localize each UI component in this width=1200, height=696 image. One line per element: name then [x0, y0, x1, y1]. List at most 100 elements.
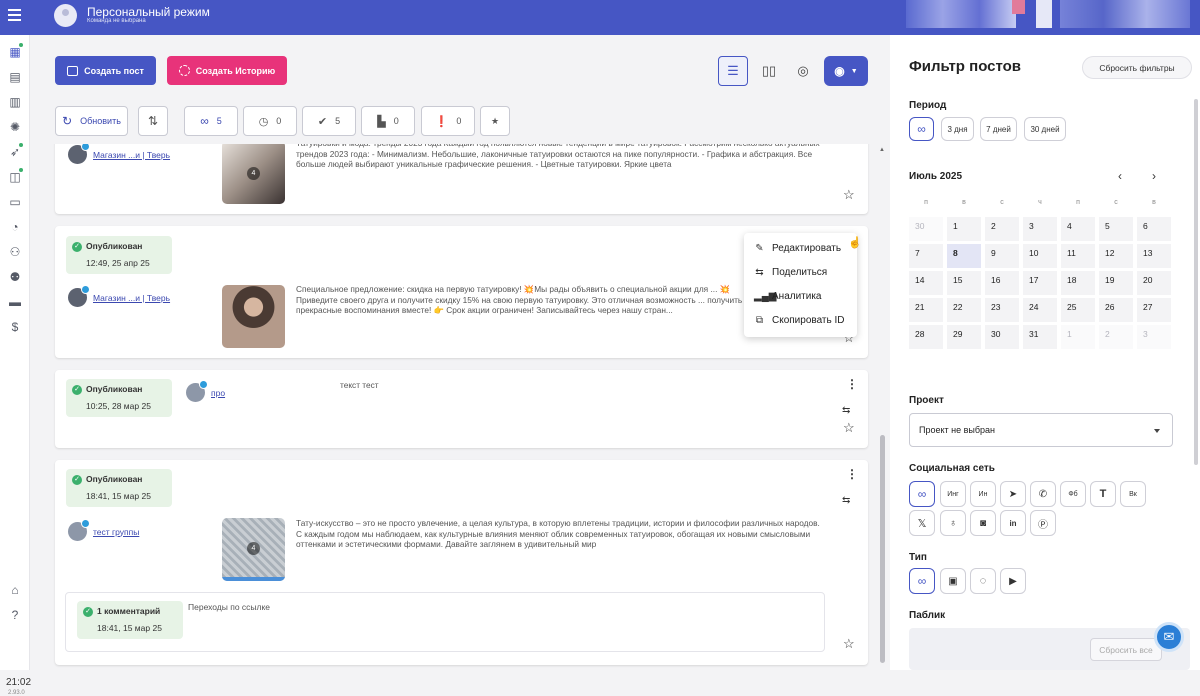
calendar-day[interactable]: 3	[1023, 217, 1057, 241]
discord-icon[interactable]: ◙	[970, 510, 996, 536]
type-story-icon[interactable]: ◌	[970, 568, 996, 594]
layout-icon[interactable]: ◫	[8, 171, 22, 184]
graduation-icon[interactable]: ⌂	[8, 584, 22, 597]
period-all-chip[interactable]: ∞	[909, 117, 934, 141]
type-post-icon[interactable]: ▣	[940, 568, 966, 594]
calendar-day[interactable]: 9	[985, 244, 1019, 268]
linkedin-icon[interactable]: in	[1000, 510, 1026, 536]
type-reels-icon[interactable]: ▶	[1000, 568, 1026, 594]
instagram-view-button[interactable]: ◎	[788, 56, 818, 86]
more-menu-icon[interactable]: ⋮	[846, 378, 858, 390]
calendar-day[interactable]: 2	[985, 217, 1019, 241]
calendar-day[interactable]: 19	[1099, 271, 1133, 295]
calendar-day[interactable]: 10	[1023, 244, 1057, 268]
calendar-day[interactable]: 17	[1023, 271, 1057, 295]
social-all-chip[interactable]: ∞	[909, 481, 935, 507]
calendar-day[interactable]: 18	[1061, 271, 1095, 295]
calendar-day[interactable]: 6	[1137, 217, 1171, 241]
calendar-day[interactable]: 4	[1061, 217, 1095, 241]
filter-scheduled-button[interactable]: ◷ 0	[243, 106, 297, 136]
favorite-star-icon[interactable]: ☆	[843, 187, 855, 203]
account-link[interactable]: тест группы	[68, 519, 139, 541]
calendar-day[interactable]: 23	[985, 298, 1019, 322]
scroll-up-icon[interactable]: ▲	[879, 147, 885, 153]
filter-all-button[interactable]: ∞ 5	[184, 106, 238, 136]
calendar-day[interactable]: 15	[947, 271, 981, 295]
chat-gpt-icon[interactable]: ✺	[8, 121, 22, 134]
card-icon[interactable]: ▬	[8, 296, 22, 309]
calendar-day[interactable]: 27	[1137, 298, 1171, 322]
social-instagram-business[interactable]: Инг	[940, 481, 966, 507]
calendar-day[interactable]: 26	[1099, 298, 1133, 322]
calendar-day[interactable]: 29	[947, 325, 981, 349]
telegram-icon[interactable]: ➤	[1000, 481, 1026, 507]
calendar-day[interactable]: 8	[947, 244, 981, 268]
calendar-day[interactable]: 11	[1061, 244, 1095, 268]
odnoklassniki-icon[interactable]: ♁	[940, 510, 966, 536]
calendar-day[interactable]: 20	[1137, 271, 1171, 295]
phone-icon[interactable]: ✆	[1030, 481, 1056, 507]
favorites-filter-button[interactable]: ★	[480, 106, 510, 136]
next-month-icon[interactable]: ›	[1152, 169, 1156, 183]
account-link[interactable]: Магазин ...и | Тверь	[68, 144, 170, 164]
folder-icon[interactable]: ▭	[8, 196, 22, 209]
calendar-day[interactable]: 7	[909, 244, 943, 268]
social-vk[interactable]: Вк	[1120, 481, 1146, 507]
avatar[interactable]	[54, 4, 77, 27]
scroll-thumb[interactable]	[880, 435, 885, 663]
rocket-icon[interactable]: ➶	[8, 146, 22, 159]
calendar-day[interactable]: 1	[947, 217, 981, 241]
support-chat-icon[interactable]: ✉	[1154, 622, 1184, 652]
analytics-icon[interactable]: ▥	[8, 96, 22, 109]
calendar-day[interactable]: 12	[1099, 244, 1133, 268]
calendar-day-outside[interactable]: 1	[1061, 325, 1095, 349]
calendar-check-icon[interactable]: ▤	[8, 71, 22, 84]
board-view-button[interactable]: ▯▯	[754, 56, 784, 86]
calendar-day[interactable]: 5	[1099, 217, 1133, 241]
more-menu-icon[interactable]: ⋮	[846, 468, 858, 480]
calendar-day[interactable]: 25	[1061, 298, 1095, 322]
pinterest-icon[interactable]: Ⓟ	[1030, 510, 1056, 536]
analytics-menu-item[interactable]: ▂▄▆ Аналитика	[754, 291, 822, 302]
social-instagram[interactable]: Ин	[970, 481, 996, 507]
calendar-day[interactable]: 14	[909, 271, 943, 295]
menu-icon[interactable]	[8, 9, 21, 21]
calendar-day[interactable]: 22	[947, 298, 981, 322]
share-icon[interactable]: ⇆	[842, 405, 850, 416]
reset-filters-button[interactable]: Сбросить фильтры	[1082, 56, 1192, 79]
reset-all-button[interactable]: Сбросить все	[1090, 638, 1162, 661]
favorite-star-icon[interactable]: ☆	[843, 636, 855, 652]
period-7-days[interactable]: 7 дней	[980, 117, 1017, 141]
calendar-day[interactable]: 21	[909, 298, 943, 322]
sort-button[interactable]: ⇅	[138, 106, 168, 136]
help-icon[interactable]: ?	[8, 609, 22, 622]
account-link[interactable]: про	[186, 380, 225, 402]
post-thumbnail[interactable]: 4	[222, 518, 285, 581]
post-thumbnail[interactable]	[222, 285, 285, 348]
x-twitter-icon[interactable]: 𝕏	[909, 510, 935, 536]
add-user-icon[interactable]: ⚇	[8, 246, 22, 259]
filter-scrollbar[interactable]	[1194, 99, 1198, 465]
type-all-chip[interactable]: ∞	[909, 568, 935, 594]
prev-month-icon[interactable]: ‹	[1118, 169, 1122, 183]
users-icon[interactable]: ⚉	[8, 271, 22, 284]
rss-icon[interactable]: ◔	[8, 221, 22, 234]
calendar-day-outside[interactable]: 30	[909, 217, 943, 241]
period-3-days[interactable]: 3 дня	[941, 117, 974, 141]
text-t-icon[interactable]: T	[1090, 481, 1116, 507]
list-view-button[interactable]: ☰	[718, 56, 748, 86]
post-thumbnail[interactable]: 4	[222, 144, 285, 204]
billing-icon[interactable]: $	[8, 321, 22, 334]
calendar-day-outside[interactable]: 2	[1099, 325, 1133, 349]
favorite-star-icon[interactable]: ☆	[843, 420, 855, 436]
project-select[interactable]: Проект не выбран	[909, 413, 1173, 447]
post-list-scrollbar[interactable]: ▲	[879, 147, 885, 665]
calendar-day-outside[interactable]: 3	[1137, 325, 1171, 349]
filter-errors-button[interactable]: ❗ 0	[421, 106, 475, 136]
share-menu-item[interactable]: ⇆ Поделиться	[754, 267, 827, 278]
calendar-icon[interactable]: ▦	[8, 46, 22, 59]
edit-menu-item[interactable]: ✎ Редактировать	[754, 243, 841, 254]
calendar-day[interactable]: 24	[1023, 298, 1057, 322]
period-30-days[interactable]: 30 дней	[1024, 117, 1066, 141]
social-facebook[interactable]: Фб	[1060, 481, 1086, 507]
